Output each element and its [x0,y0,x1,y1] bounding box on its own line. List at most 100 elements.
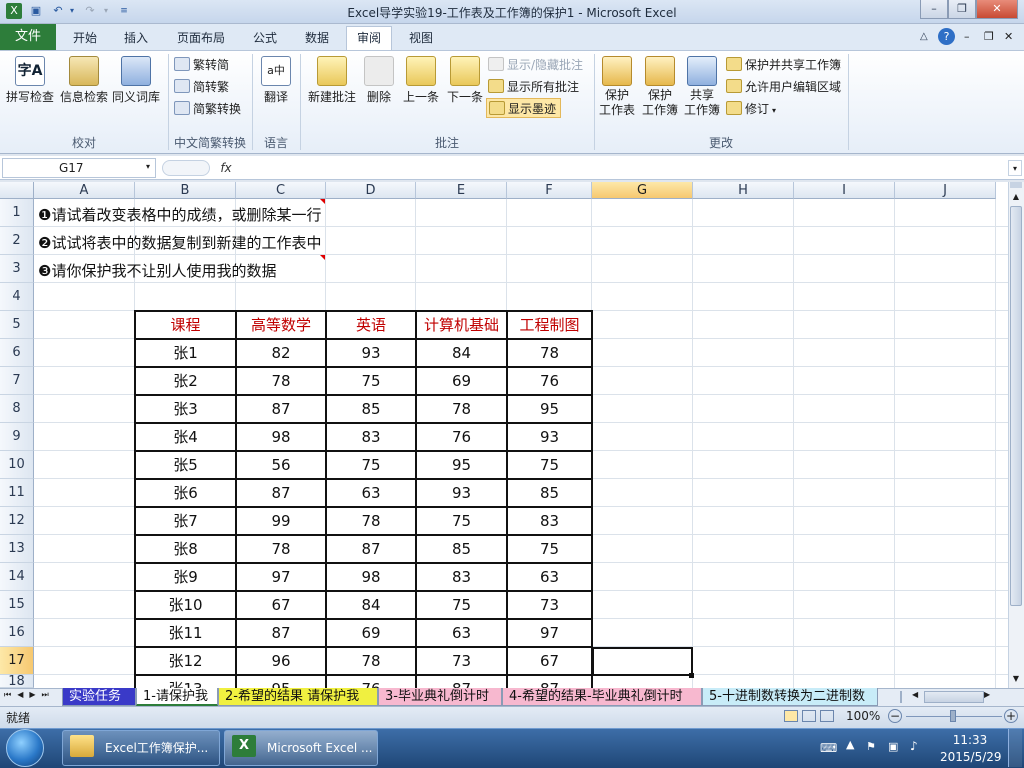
protect-share-workbook-button[interactable]: 保护并共享工作簿 [726,55,841,75]
table-score-cell[interactable]: 69 [326,619,416,647]
previous-comment-button[interactable]: 上一条 [400,54,442,128]
table-name-cell[interactable]: 张9 [135,563,236,591]
table-name-cell[interactable]: 张12 [135,647,236,675]
table-score-cell[interactable]: 87 [236,479,326,507]
row-header-12[interactable]: 12 [0,507,34,535]
column-header-i[interactable]: I [794,182,895,199]
row-header-9[interactable]: 9 [0,423,34,451]
select-all-corner[interactable] [0,182,34,199]
table-score-cell[interactable]: 85 [507,479,592,507]
column-header-c[interactable]: C [236,182,326,199]
tab-view[interactable]: 视图 [400,29,442,49]
table-score-cell[interactable]: 93 [416,479,507,507]
tab-review[interactable]: 审阅 [346,26,392,50]
table-score-cell[interactable]: 83 [326,423,416,451]
table-score-cell[interactable]: 99 [236,507,326,535]
sheet-tab-4[interactable]: 3-毕业典礼倒计时 [378,688,502,706]
scroll-up-icon[interactable]: ▲ [1010,190,1022,204]
column-header-d[interactable]: D [326,182,416,199]
tab-data[interactable]: 数据 [296,29,338,49]
table-score-cell[interactable]: 98 [236,423,326,451]
table-score-cell[interactable]: 67 [236,591,326,619]
column-header-h[interactable]: H [693,182,794,199]
table-name-cell[interactable]: 张6 [135,479,236,507]
table-score-cell[interactable]: 76 [507,367,592,395]
minimize-icon[interactable]: – [920,0,948,19]
sheet-tab-1[interactable]: 实验任务 [62,688,136,706]
table-score-cell[interactable]: 75 [326,451,416,479]
table-score-cell[interactable]: 56 [236,451,326,479]
table-score-cell[interactable]: 97 [507,619,592,647]
network-icon[interactable]: ▣ [888,740,898,753]
table-score-cell[interactable]: 98 [326,563,416,591]
zoom-in-icon[interactable]: + [1004,709,1018,723]
table-name-cell[interactable]: 张10 [135,591,236,619]
trad-to-simp-button[interactable]: 繁转简 [174,55,229,75]
column-header-g[interactable]: G [592,182,693,199]
action-center-icon[interactable]: ⚑ [866,740,876,753]
table-score-cell[interactable]: 63 [326,479,416,507]
row-header-18[interactable]: 18 [0,675,34,688]
table-name-cell[interactable]: 张2 [135,367,236,395]
allow-edit-ranges-button[interactable]: 允许用户编辑区域 [726,77,841,97]
table-score-cell[interactable]: 73 [416,647,507,675]
tab-insert[interactable]: 插入 [114,29,158,49]
row-header-6[interactable]: 6 [0,339,34,367]
show-ink-button[interactable]: 显示墨迹 [486,98,562,118]
row-header-2[interactable]: 2 [0,227,34,255]
show-hide-comment-button[interactable]: 显示/隐藏批注 [488,55,583,75]
protect-sheet-button[interactable]: 保护 工作表 [598,54,636,128]
row-header-15[interactable]: 15 [0,591,34,619]
table-score-cell[interactable]: 73 [507,591,592,619]
row-header-5[interactable]: 5 [0,311,34,339]
table-score-cell[interactable]: 87 [236,395,326,423]
fill-handle[interactable] [689,673,694,678]
tab-split-handle[interactable] [900,691,908,703]
restore-icon[interactable]: ❐ [948,0,976,19]
table-score-cell[interactable]: 87 [236,619,326,647]
clock-time[interactable]: 11:33 [940,733,1000,747]
chinese-convert-button[interactable]: 简繁转换 [174,99,241,119]
table-score-cell[interactable]: 93 [326,339,416,367]
sheet-tab-5[interactable]: 4-希望的结果-毕业典礼倒计时 [502,688,702,706]
formula-input[interactable] [240,158,1004,178]
table-score-cell[interactable]: 75 [507,535,592,563]
row-header-4[interactable]: 4 [0,283,34,311]
tray-expand-icon[interactable]: ▲ [846,738,854,751]
table-score-cell[interactable]: 78 [507,339,592,367]
simp-to-trad-button[interactable]: 简转繁 [174,77,229,97]
normal-view-icon[interactable] [784,710,798,722]
row-header-7[interactable]: 7 [0,367,34,395]
table-score-cell[interactable]: 84 [416,339,507,367]
wb-restore-icon[interactable]: ❐ [984,30,994,43]
tab-home[interactable]: 开始 [62,29,108,49]
close-icon[interactable]: ✕ [976,0,1018,19]
row-header-16[interactable]: 16 [0,619,34,647]
volume-icon[interactable]: ♪ [910,739,918,753]
page-break-view-icon[interactable] [820,710,834,722]
table-score-cell[interactable]: 95 [416,451,507,479]
table-name-cell[interactable]: 张4 [135,423,236,451]
table-score-cell[interactable]: 83 [416,563,507,591]
column-header-a[interactable]: A [34,182,135,199]
table-score-cell[interactable]: 75 [416,591,507,619]
keyboard-icon[interactable]: ⌨ [820,741,837,755]
table-name-cell[interactable]: 张7 [135,507,236,535]
table-score-cell[interactable]: 85 [326,395,416,423]
next-comment-button[interactable]: 下一条 [444,54,486,128]
row-header-8[interactable]: 8 [0,395,34,423]
row-header-17[interactable]: 17 [0,647,34,675]
name-box-dropdown-icon[interactable]: ▾ [146,162,150,171]
show-all-comments-button[interactable]: 显示所有批注 [488,77,579,97]
column-header-f[interactable]: F [507,182,592,199]
expand-formula-icon[interactable]: ▾ [1008,160,1022,176]
research-button[interactable]: 信息检索 [58,54,110,128]
table-score-cell[interactable]: 85 [416,535,507,563]
translate-button[interactable]: a中 翻译 [256,54,296,128]
table-score-cell[interactable]: 78 [236,535,326,563]
new-comment-button[interactable]: 新建批注 [304,54,360,128]
sheet-tab-6[interactable]: 5-十进制数转换为二进制数 [702,688,878,706]
sheet-tab-2[interactable]: 1-请保护我 [136,688,218,706]
table-score-cell[interactable]: 78 [326,507,416,535]
table-score-cell[interactable]: 75 [416,507,507,535]
